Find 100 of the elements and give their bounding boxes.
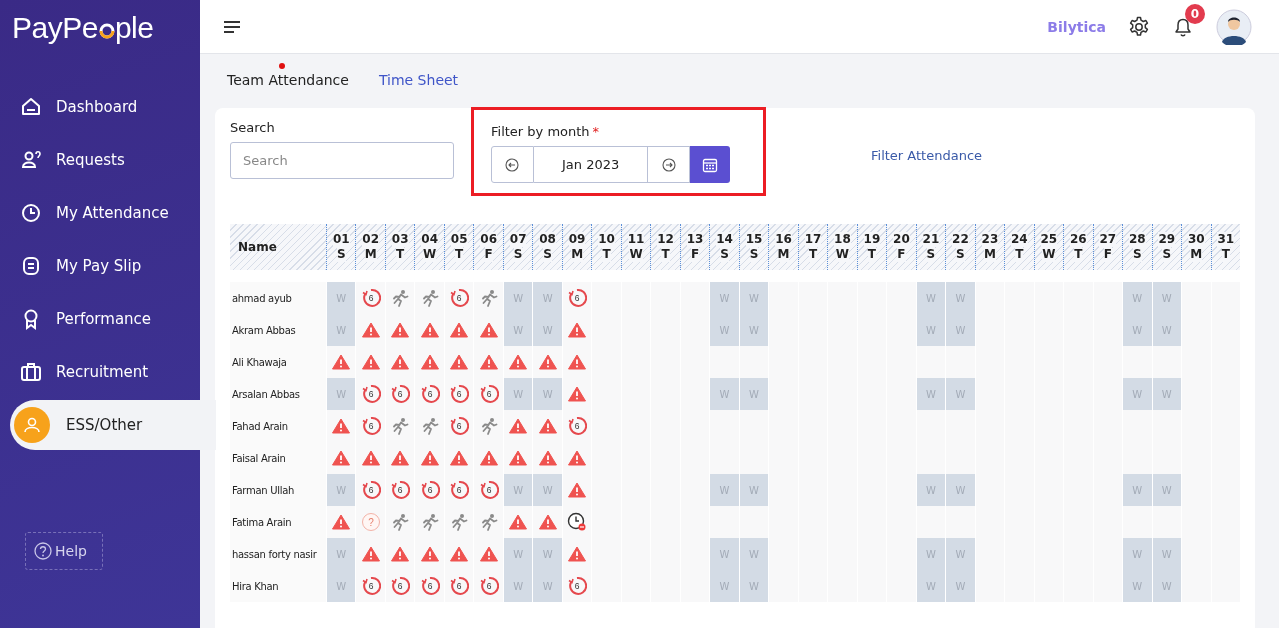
briefcase-icon [20, 360, 42, 383]
warning-icon [538, 354, 557, 370]
column-header: F [897, 247, 906, 262]
warning-icon [420, 546, 439, 562]
nav-item[interactable]: My Pay Slip [0, 239, 200, 292]
column-header: W [629, 247, 643, 262]
tab[interactable]: Team Attendance [227, 72, 349, 92]
column-header: 03 [391, 232, 409, 247]
running-person-icon [391, 513, 410, 531]
warning-icon [568, 354, 587, 370]
warning-icon [479, 322, 498, 338]
warning-icon [450, 546, 469, 562]
column-header: 14 [716, 232, 733, 247]
menu-icon[interactable] [223, 19, 241, 34]
settings-icon[interactable] [1128, 15, 1150, 38]
field-label: Filter by month [491, 124, 590, 139]
column-header: 19 [863, 232, 881, 247]
warning-icon [391, 322, 410, 338]
column-header: S [513, 247, 523, 262]
field-label: Search [230, 120, 276, 135]
avatar[interactable] [1216, 8, 1252, 45]
warning-icon [391, 450, 410, 466]
column-header: 11 [627, 232, 645, 247]
column-header: T [661, 247, 670, 262]
column-header: S [336, 247, 346, 262]
column-header: M [777, 247, 790, 262]
warning-icon [538, 514, 557, 530]
warning-icon [568, 546, 587, 562]
warning-icon [538, 418, 557, 434]
document-icon [20, 254, 42, 277]
nav-item[interactable]: Performance [0, 292, 200, 345]
column-header: 07 [509, 232, 527, 247]
calendar-icon [702, 156, 719, 173]
column-header: Name [230, 224, 326, 270]
column-header: T [867, 247, 877, 262]
help-button[interactable]: Help [25, 532, 103, 570]
tab[interactable]: Time Sheet [378, 72, 459, 92]
warning-icon [391, 546, 410, 562]
nav-item[interactable]: Dashboard [0, 80, 200, 133]
warning-icon [332, 514, 351, 530]
question-icon: ? [360, 512, 381, 532]
running-person-icon [391, 417, 410, 435]
arrow-right-icon [661, 157, 676, 172]
column-header: S [1162, 247, 1172, 262]
clock-icon [20, 201, 42, 224]
home-icon [20, 95, 42, 118]
column-header: 12 [657, 232, 674, 247]
active-indicator [279, 63, 285, 69]
warning-icon [420, 354, 439, 370]
running-person-icon [420, 417, 439, 435]
warning-icon [332, 354, 351, 370]
warning-icon [568, 322, 587, 338]
column-header: T [1074, 247, 1083, 262]
nav-item[interactable]: My Attendance [0, 186, 200, 239]
column-header: S [1132, 247, 1142, 262]
running-person-icon [450, 513, 469, 531]
warning-icon [450, 354, 469, 370]
warning-icon [509, 514, 528, 530]
column-header: 15 [745, 232, 763, 247]
column-header: 08 [539, 232, 556, 247]
required-mark: * [592, 124, 600, 139]
filter-attendance-link[interactable]: Filter Attendance [871, 148, 983, 163]
column-header: S [926, 247, 936, 262]
search-field[interactable]: Search [230, 142, 454, 179]
column-header: 10 [598, 232, 615, 247]
warning-icon [568, 482, 587, 498]
next-month-button[interactable] [647, 146, 691, 183]
nav-item[interactable]: Recruitment [0, 345, 200, 398]
running-person-icon [391, 289, 410, 307]
column-header: 28 [1128, 232, 1146, 247]
nav-item[interactable]: ESS/Other [10, 400, 216, 450]
column-header: 22 [952, 232, 969, 247]
running-person-icon [420, 513, 439, 531]
column-header: 30 [1187, 232, 1205, 247]
warning-icon [479, 450, 498, 466]
column-header: 18 [834, 232, 851, 247]
calendar-button[interactable] [690, 146, 730, 183]
warning-icon [361, 322, 380, 338]
clock-minus-icon [567, 512, 588, 532]
person-question-icon [20, 148, 42, 171]
column-header: T [1221, 247, 1230, 262]
column-header: M [983, 247, 996, 262]
column-header: F [1103, 247, 1112, 262]
column-header: 04 [421, 232, 439, 247]
warning-icon [420, 450, 439, 466]
column-header: S [543, 247, 552, 262]
nav-item[interactable]: Requests [0, 133, 200, 186]
column-header: W [835, 247, 850, 262]
column-header: 26 [1070, 232, 1087, 247]
warning-icon [538, 450, 557, 466]
warning-icon [479, 546, 498, 562]
column-header: F [484, 247, 493, 262]
warning-icon [332, 418, 351, 434]
company-name: Bilytica [1047, 18, 1106, 35]
previous-month-button[interactable] [491, 146, 534, 183]
column-header: 23 [981, 232, 999, 247]
warning-icon [568, 386, 587, 402]
column-header: 17 [804, 232, 822, 247]
warning-icon [332, 450, 351, 466]
warning-icon [361, 546, 380, 562]
